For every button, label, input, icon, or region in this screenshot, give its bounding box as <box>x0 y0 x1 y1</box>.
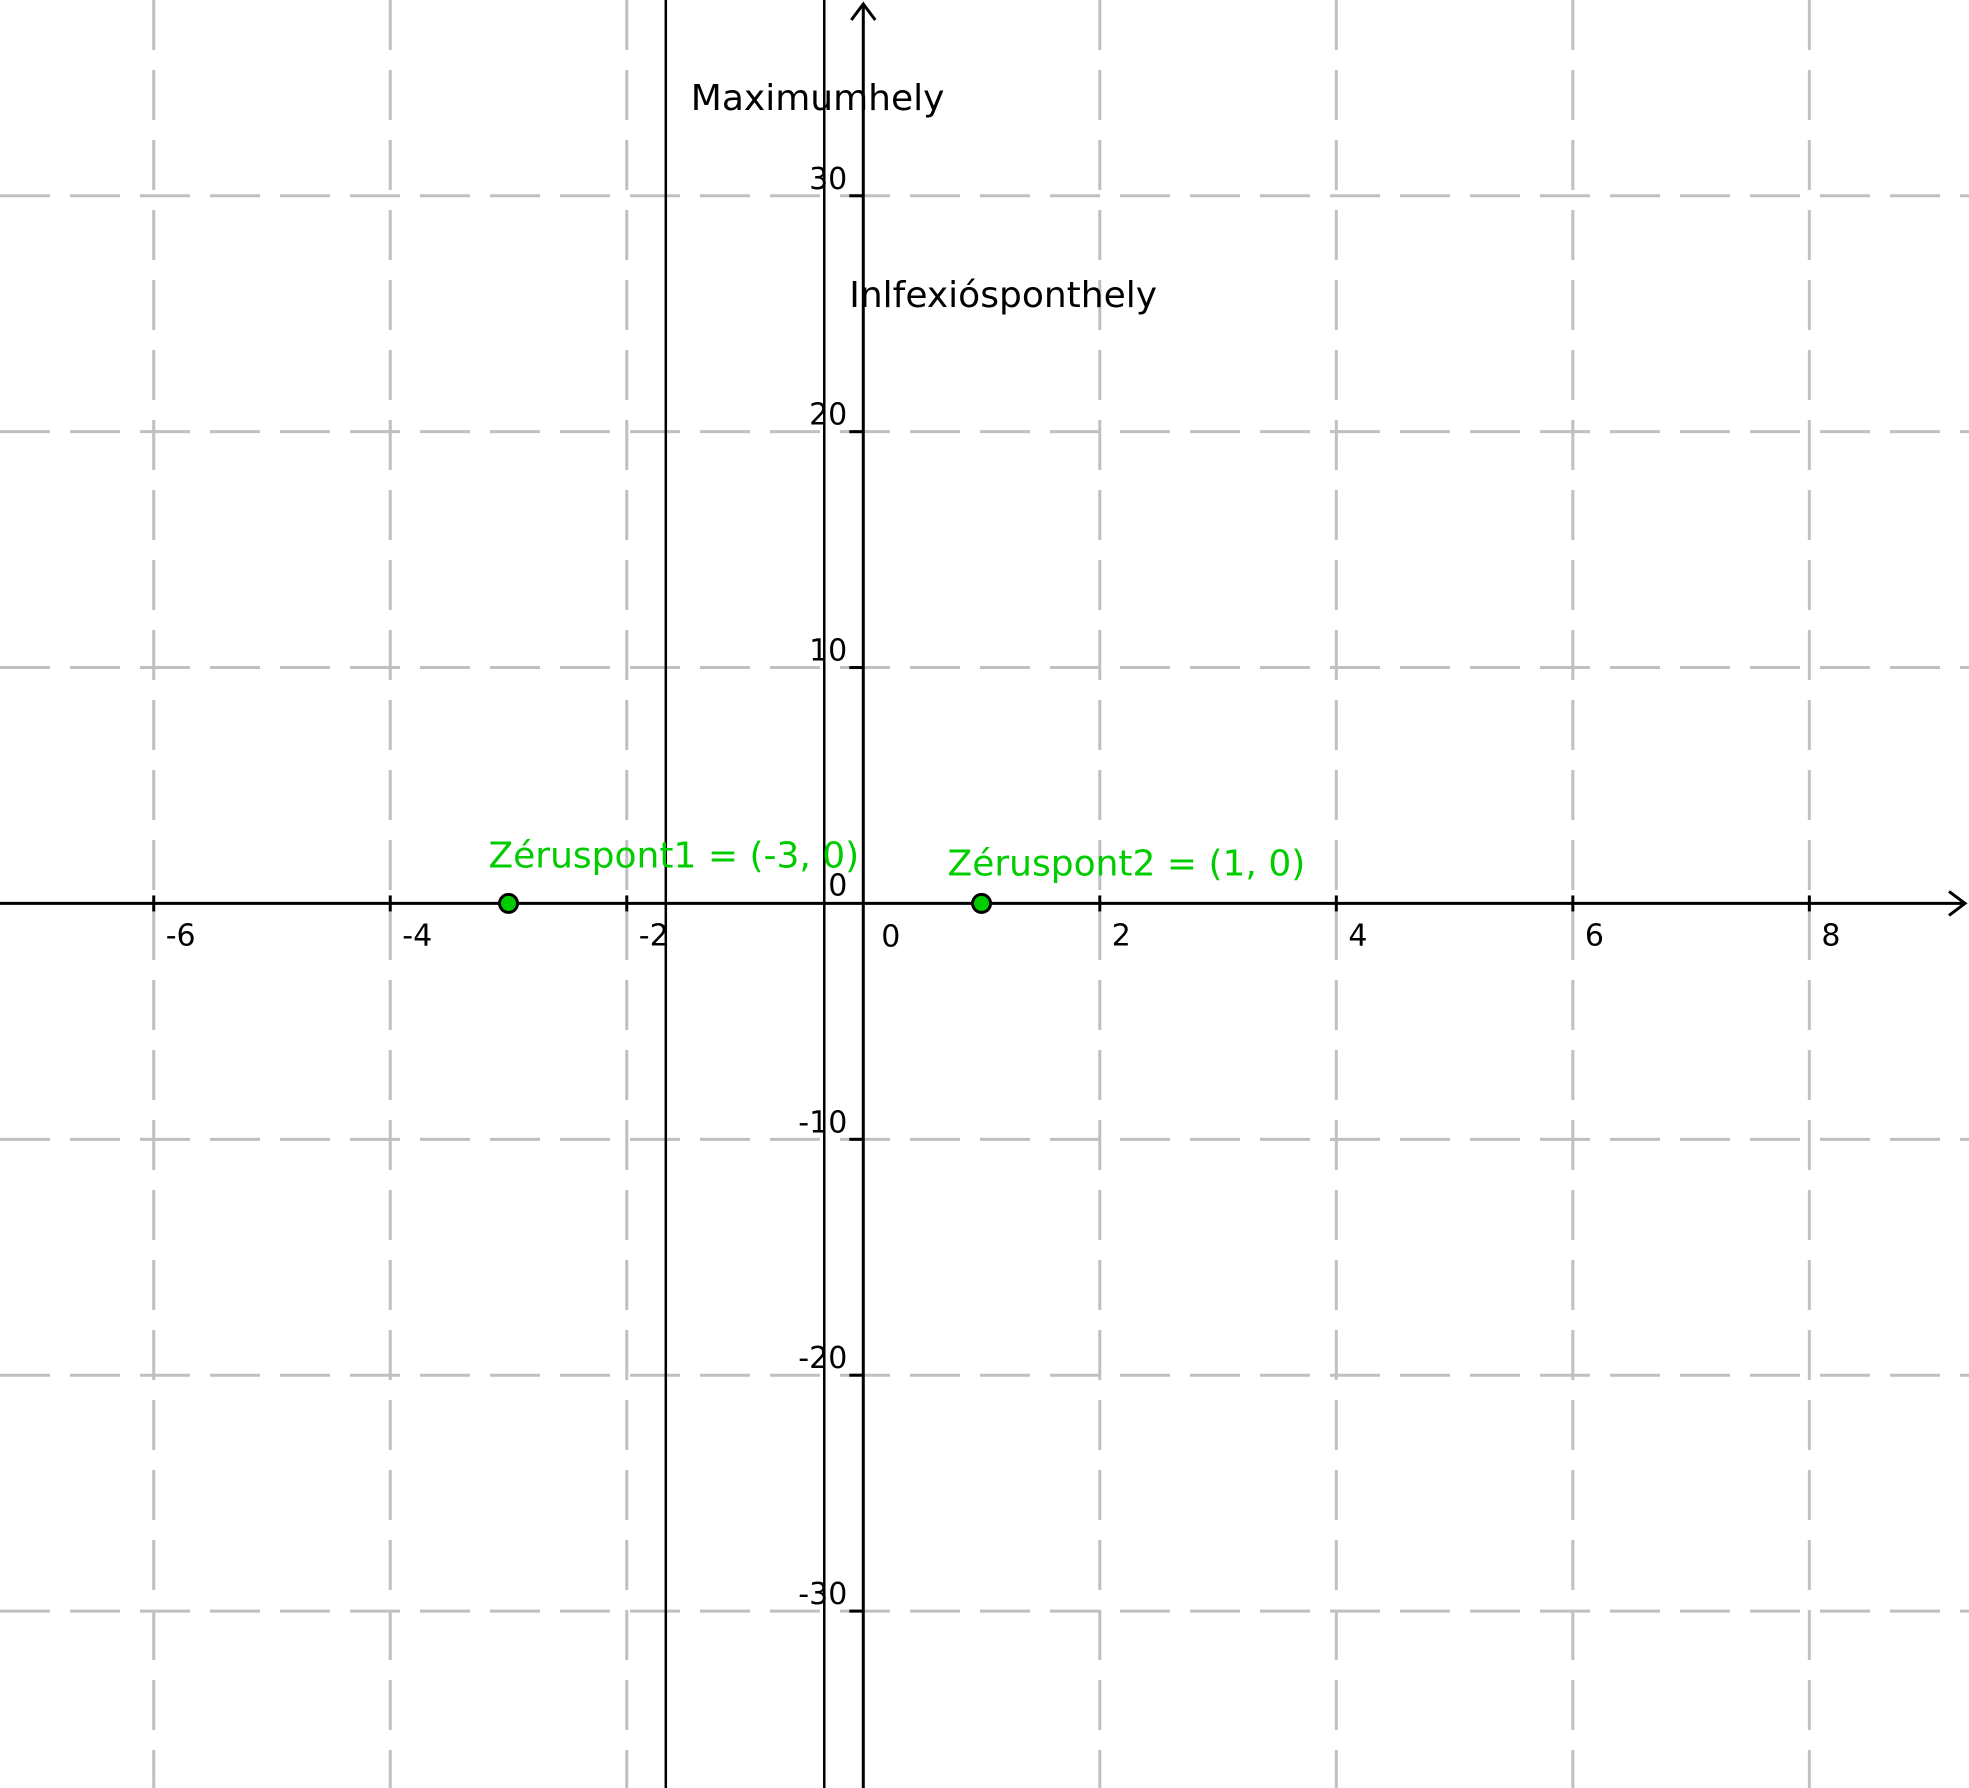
x-tick-label: 8 <box>1821 918 1840 953</box>
y-tick-label: -30 <box>798 1577 847 1612</box>
zero-point-label-1: Zéruspont1 = (-3, 0) <box>489 835 860 876</box>
line-label-1: Maximumhely <box>691 78 945 119</box>
x-tick-label: 4 <box>1348 918 1367 953</box>
zero-point-1 <box>498 892 520 914</box>
coordinate-plane: -6 -4 -2 2 4 6 8-30-20-1010203000MaximumhelyIn… <box>0 0 1969 1788</box>
y-tick-label: 10 <box>809 634 847 669</box>
x-tick-label: -6 <box>166 918 196 953</box>
y-tick-label: -20 <box>798 1341 847 1376</box>
vertical-lines <box>664 0 826 1788</box>
zero-point-2 <box>971 892 993 914</box>
labels: -6 -4 -2 2 4 6 8-30-20-1010203000MaximumhelyIn… <box>166 78 1841 1612</box>
y-tick-label: 20 <box>809 398 847 433</box>
y-tick-label: -10 <box>798 1105 847 1140</box>
x-tick-label: 6 <box>1585 918 1604 953</box>
y-tick-label: 30 <box>809 162 847 197</box>
zero-point-label-2: Zéruspont2 = (1, 0) <box>948 843 1306 884</box>
x-tick-label: -4 <box>402 918 432 953</box>
x-tick-label: -2 <box>639 918 669 953</box>
x-tick-label: 2 <box>1112 918 1131 953</box>
origin-label-x: 0 <box>881 919 900 954</box>
line-label-2: Inlfexiósponthely <box>849 275 1157 316</box>
